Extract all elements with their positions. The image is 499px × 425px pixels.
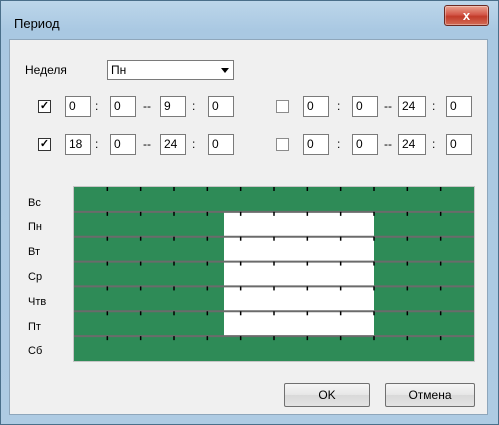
close-button[interactable]: x [444, 5, 489, 26]
period-1-colon-1: : [95, 99, 99, 113]
chevron-down-icon[interactable] [216, 62, 232, 78]
period-3-colon-1: : [95, 137, 99, 151]
period-3-colon-2: : [192, 137, 196, 151]
dialog-title: Период [14, 16, 60, 31]
schedule-active-block [74, 286, 224, 312]
period-2-end-minute[interactable]: 0 [446, 96, 472, 117]
day-label-sun: Вс [28, 197, 41, 209]
period-2-checkbox[interactable] [276, 100, 289, 113]
period-3-checkbox[interactable]: ✓ [38, 138, 51, 151]
period-4-start-minute[interactable]: 0 [352, 134, 378, 155]
period-3-dash: -- [143, 137, 151, 151]
cancel-button[interactable]: Отмена [385, 383, 475, 407]
schedule-active-block [374, 236, 474, 262]
period-1-colon-2: : [192, 99, 196, 113]
period-2-start-hour[interactable]: 0 [303, 96, 329, 117]
period-3-start-hour[interactable]: 18 [65, 134, 91, 155]
schedule-active-block [374, 261, 474, 287]
period-1-checkbox[interactable]: ✓ [38, 100, 51, 113]
day-label-fri: Пт [28, 321, 41, 333]
schedule-active-block [374, 211, 474, 237]
period-1-start-minute[interactable]: 0 [110, 96, 136, 117]
period-4-checkbox[interactable] [276, 138, 289, 151]
weekly-schedule-grid[interactable] [74, 187, 474, 361]
period-4-colon-2: : [432, 137, 436, 151]
period-2-colon-2: : [432, 99, 436, 113]
close-icon: x [462, 8, 471, 23]
schedule-active-block [74, 211, 224, 237]
day-label-mon: Пн [28, 221, 42, 233]
day-label-sat: Сб [28, 345, 43, 357]
period-4-dash: -- [384, 137, 392, 151]
weekday-select-value: Пн [111, 63, 127, 77]
period-2-dash: -- [384, 99, 392, 113]
period-4-end-minute[interactable]: 0 [446, 134, 472, 155]
schedule-active-block [374, 311, 474, 337]
period-1-dash: -- [143, 99, 151, 113]
period-4-end-hour[interactable]: 24 [398, 134, 426, 155]
day-label-tue: Вт [28, 246, 41, 258]
weekday-select[interactable]: Пн [107, 60, 234, 80]
period-4-start-hour[interactable]: 0 [303, 134, 329, 155]
period-2-end-hour[interactable]: 24 [398, 96, 426, 117]
period-1-end-minute[interactable]: 0 [208, 96, 234, 117]
ok-button[interactable]: OK [284, 383, 370, 407]
period-1-end-hour[interactable]: 9 [160, 96, 186, 117]
period-2-start-minute[interactable]: 0 [352, 96, 378, 117]
schedule-active-block [374, 286, 474, 312]
period-2-colon-1: : [337, 99, 341, 113]
day-label-wed: Ср [28, 271, 43, 283]
schedule-active-block [74, 236, 224, 262]
week-label: Неделя [25, 63, 67, 77]
dialog-body: Неделя Пн ✓ 0 : 0 -- 9 : 0 0 : 0 -- 24 :… [9, 39, 488, 415]
schedule-active-block [74, 311, 224, 337]
day-label-thu: Чтв [28, 296, 47, 308]
period-3-end-minute[interactable]: 0 [208, 134, 234, 155]
period-1-start-hour[interactable]: 0 [65, 96, 91, 117]
period-dialog: Период x Неделя Пн ✓ 0 : 0 -- 9 : 0 0 : … [0, 0, 499, 425]
period-3-start-minute[interactable]: 0 [110, 134, 136, 155]
period-4-colon-1: : [337, 137, 341, 151]
period-3-end-hour[interactable]: 24 [160, 134, 186, 155]
schedule-active-block [74, 261, 224, 287]
title-bar[interactable]: Период x [1, 1, 498, 39]
